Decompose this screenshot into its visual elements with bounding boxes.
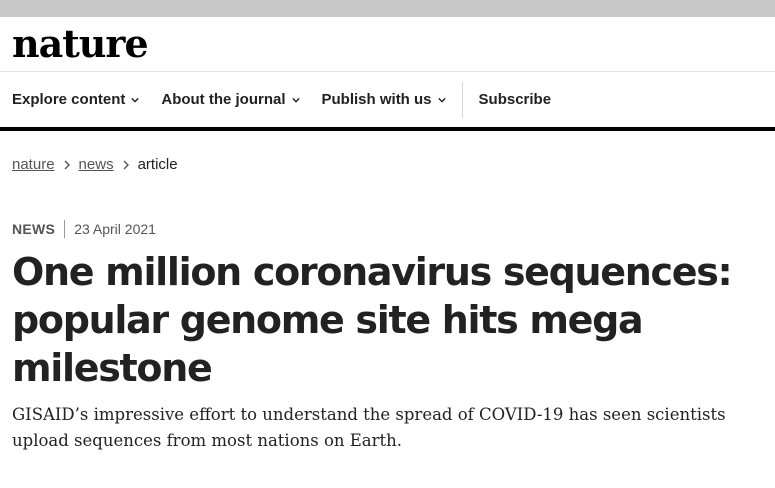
nature-logo[interactable]: nature: [12, 25, 149, 63]
nav-divider: [461, 81, 463, 118]
nav-about-the-journal[interactable]: About the journal: [161, 91, 300, 108]
breadcrumb-current: article: [137, 156, 178, 173]
nav-explore-content[interactable]: Explore content: [12, 91, 140, 108]
chevron-right-icon: [64, 160, 70, 169]
nav-item-label: Explore content: [12, 91, 126, 108]
browser-top-bar: [0, 0, 775, 17]
nav-publish-with-us[interactable]: Publish with us: [322, 91, 446, 108]
article-meta: NEWS 23 April 2021: [0, 173, 775, 238]
breadcrumb: nature news article: [0, 131, 775, 173]
chevron-right-icon: [123, 160, 129, 169]
chevron-down-icon: [437, 97, 446, 103]
chevron-down-icon: [291, 97, 300, 103]
article-title: One million coronavirus sequences: popul…: [12, 250, 733, 390]
main-nav: Explore content About the journal Publis…: [0, 72, 775, 131]
article-type-label: NEWS: [12, 221, 56, 237]
site-header: nature: [0, 17, 775, 72]
publication-date: 23 April 2021: [74, 221, 156, 237]
article-standfirst: GISAID’s impressive effort to understand…: [12, 405, 726, 450]
nav-item-label: Publish with us: [321, 91, 432, 108]
meta-divider: [64, 220, 66, 238]
breadcrumb-link-news[interactable]: news: [79, 156, 114, 173]
subscribe-link[interactable]: Subscribe: [479, 91, 552, 108]
breadcrumb-link-nature[interactable]: nature: [12, 156, 55, 173]
chevron-down-icon: [131, 97, 140, 103]
nav-item-label: About the journal: [161, 91, 286, 108]
